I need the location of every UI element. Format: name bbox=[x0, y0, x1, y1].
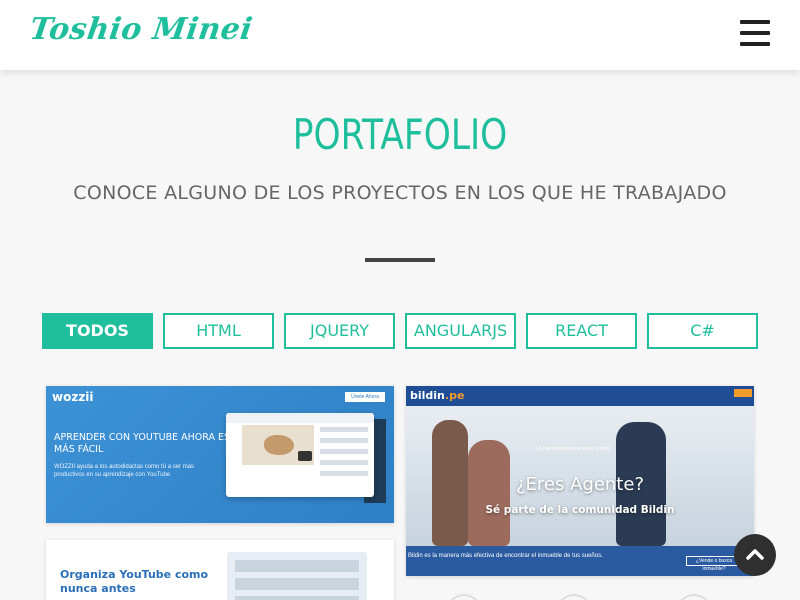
hamburger-menu-icon[interactable] bbox=[740, 20, 770, 48]
organiza-title: Organiza YouTube como nunca antes bbox=[60, 568, 209, 595]
filter-angularjs[interactable]: ANGULARJS bbox=[405, 313, 516, 349]
bildin-footer-text: Bildin es la manera más efectiva de enco… bbox=[408, 553, 603, 559]
filter-jquery[interactable]: JQUERY bbox=[284, 313, 395, 349]
bildin-subtitle: Sé parte de la comunidad Bildin bbox=[485, 504, 675, 516]
filter-html[interactable]: HTML bbox=[163, 313, 274, 349]
wozzii-app-mockup bbox=[226, 413, 374, 497]
bildin-navbar: bildin.pe bbox=[406, 386, 754, 406]
wozzii-logo: wozzii bbox=[52, 390, 94, 404]
top-navbar: Toshio Minei bbox=[0, 0, 800, 70]
portfolio-filters: TODOS HTML JQUERY ANGULARJS REACT C# bbox=[42, 313, 758, 349]
site-logo[interactable]: Toshio Minei bbox=[28, 12, 255, 47]
project-card-wozzii[interactable]: wozzii Únete Ahora APRENDER CON YOUTUBE … bbox=[46, 386, 394, 523]
feature-icon bbox=[676, 594, 712, 600]
play-icon bbox=[298, 451, 312, 461]
bildin-title: ¿Eres Agente? bbox=[515, 474, 644, 495]
video-thumbnail bbox=[242, 425, 314, 465]
project-card-bildin[interactable]: bildin.pe La herramienta ideal para tu é… bbox=[406, 386, 754, 576]
scroll-to-top-button[interactable] bbox=[734, 534, 776, 576]
project-card-organiza[interactable]: Organiza YouTube como nunca antes bbox=[46, 540, 394, 600]
organiza-app-mockup bbox=[227, 552, 367, 600]
portfolio-page: Toshio Minei PORTAFOLIO CONOCE ALGUNO DE… bbox=[0, 0, 800, 600]
wozzii-headline: APRENDER CON YOUTUBE AHORA ES MÁS FÁCIL bbox=[54, 432, 231, 455]
bildin-tagline: La herramienta ideal para tu éxito bbox=[536, 446, 611, 452]
wozzii-cta-button: Únete Ahora bbox=[345, 392, 385, 402]
chevron-up-icon bbox=[746, 549, 764, 560]
bildin-logo: bildin.pe bbox=[410, 389, 465, 402]
filter-todos[interactable]: TODOS bbox=[42, 313, 153, 349]
wozzii-description: WOZZII ayuda a los autodidactas como tú … bbox=[54, 464, 195, 478]
section-subtitle: CONOCE ALGUNO DE LOS PROYECTOS EN LOS QU… bbox=[73, 182, 727, 204]
feature-icon bbox=[446, 594, 482, 600]
bildin-login-button bbox=[734, 389, 752, 397]
section-title: PORTAFOLIO bbox=[292, 110, 508, 159]
filter-csharp[interactable]: C# bbox=[647, 313, 758, 349]
bildin-hero: La herramienta ideal para tu éxito ¿Eres… bbox=[406, 406, 754, 546]
feature-icon bbox=[556, 594, 592, 600]
title-divider bbox=[365, 258, 435, 262]
filter-react[interactable]: REACT bbox=[526, 313, 637, 349]
